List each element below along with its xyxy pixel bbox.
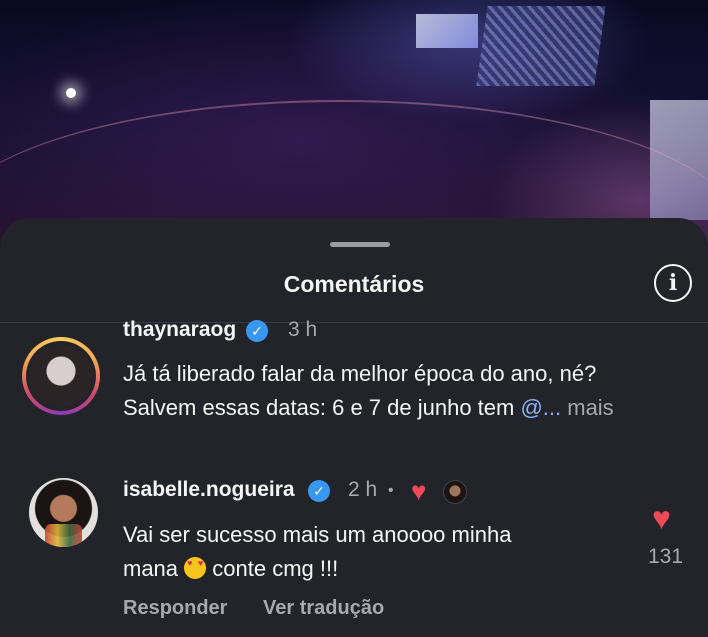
like-heart-icon[interactable]: ♥ — [652, 502, 671, 534]
creator-avatar — [443, 480, 467, 504]
avatar[interactable] — [29, 478, 98, 547]
reply-button[interactable]: Responder — [123, 597, 227, 620]
sheet-title: Comentários — [283, 271, 425, 297]
comment-line-1: Vai ser sucesso mais um anoooo minha — [123, 522, 512, 547]
spotlight — [66, 88, 76, 98]
comment-line-2: mana conte cmg !!! — [123, 552, 603, 586]
separator-dot: • — [388, 482, 394, 499]
comment-line-2-suffix: conte cmg !!! — [206, 556, 339, 581]
stage-lights — [476, 6, 606, 86]
comment-line-2-text: Salvem essas datas: 6 e 7 de junho tem — [123, 395, 521, 420]
verified-badge-icon: ✓ — [308, 480, 330, 502]
more-link[interactable]: mais — [561, 395, 613, 420]
comment-username[interactable]: thaynaraog — [123, 318, 236, 342]
creator-heart-icon: ♥ — [411, 476, 427, 506]
stage-screen — [416, 14, 478, 48]
info-icon[interactable]: i — [654, 264, 692, 302]
mention-link[interactable]: @... — [520, 395, 561, 420]
comment-line-1: Já tá liberado falar da melhor época do … — [123, 361, 597, 386]
translate-button[interactable]: Ver tradução — [263, 597, 384, 620]
comment-username[interactable]: isabelle.nogueira — [123, 478, 295, 502]
comment-line-2-text: mana — [123, 556, 185, 581]
avatar[interactable] — [22, 337, 100, 415]
verified-badge-icon: ✓ — [246, 320, 268, 342]
comment-text: Vai ser sucesso mais um anoooo minha man… — [123, 518, 603, 586]
comment-text: Já tá liberado falar da melhor época do … — [123, 357, 703, 425]
comment-time: 2 h — [348, 478, 378, 501]
comment-line-2: Salvem essas datas: 6 e 7 de junho tem @… — [123, 391, 703, 425]
comment-time: 3 h — [288, 318, 318, 341]
heart-eyes-emoji — [184, 557, 207, 579]
header-divider — [0, 322, 708, 323]
sheet-grabber[interactable] — [330, 242, 390, 247]
like-count: 131 — [648, 545, 684, 568]
